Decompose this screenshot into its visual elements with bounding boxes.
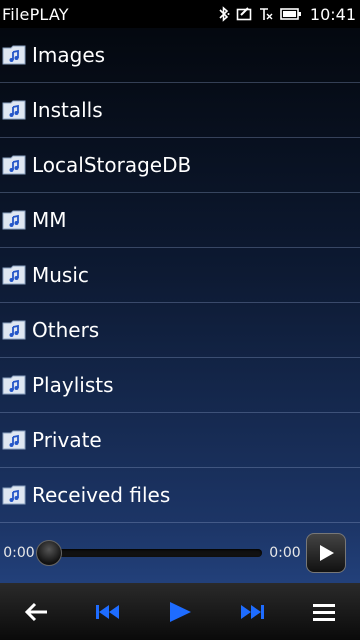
folder-item[interactable]: Others xyxy=(0,303,360,358)
elapsed-time: 0:00 xyxy=(3,545,35,561)
skip-previous-icon xyxy=(96,604,119,619)
folder-item[interactable]: Installs xyxy=(0,83,360,138)
folder-label: MM xyxy=(32,208,67,232)
folder-item[interactable]: Private xyxy=(0,413,360,468)
folder-item[interactable]: Playlists xyxy=(0,358,360,413)
music-folder-icon xyxy=(2,265,26,285)
music-folder-icon xyxy=(2,375,26,395)
folder-label: Others xyxy=(32,318,100,342)
folder-label: Images xyxy=(32,43,106,67)
bottom-toolbar xyxy=(0,583,360,640)
play-icon xyxy=(320,545,334,561)
bluetooth-icon xyxy=(219,6,230,22)
menu-button[interactable] xyxy=(299,592,349,632)
folder-list: Images Installs LocalStorageDB MM Music … xyxy=(0,28,360,523)
folder-label: Private xyxy=(32,428,102,452)
seek-bar[interactable] xyxy=(36,540,262,566)
folder-label: Playlists xyxy=(32,373,114,397)
mini-player: 0:00 0:00 xyxy=(0,523,360,583)
play-pause-button[interactable] xyxy=(155,592,205,632)
app-title: FilePLAY xyxy=(2,4,69,24)
back-arrow-icon xyxy=(24,602,47,621)
menu-icon xyxy=(313,603,335,621)
folder-item[interactable]: MM xyxy=(0,193,360,248)
total-time: 0:00 xyxy=(269,545,301,561)
folder-item[interactable]: Music xyxy=(0,248,360,303)
previous-button[interactable] xyxy=(83,592,133,632)
music-folder-icon xyxy=(2,320,26,340)
music-folder-icon xyxy=(2,155,26,175)
back-button[interactable] xyxy=(11,592,61,632)
music-folder-icon xyxy=(2,430,26,450)
music-folder-icon xyxy=(2,100,26,120)
music-folder-icon xyxy=(2,485,26,505)
folder-item[interactable]: LocalStorageDB xyxy=(0,138,360,193)
seek-knob[interactable] xyxy=(36,540,62,566)
music-folder-icon xyxy=(2,210,26,230)
play-button[interactable] xyxy=(306,533,346,573)
music-folder-icon xyxy=(2,45,26,65)
message-icon xyxy=(236,7,252,21)
skip-next-icon xyxy=(241,604,264,619)
clock: 10:41 xyxy=(309,4,356,24)
play-icon xyxy=(170,601,191,622)
battery-icon xyxy=(280,8,301,20)
folder-item[interactable]: Images xyxy=(0,28,360,83)
folder-label: LocalStorageDB xyxy=(32,153,192,177)
no-signal-icon xyxy=(259,8,273,20)
folder-item[interactable]: Received files xyxy=(0,468,360,523)
status-icons: 10:41 xyxy=(218,5,360,24)
status-bar: FilePLAY 10:41 xyxy=(0,0,360,28)
next-button[interactable] xyxy=(227,592,277,632)
folder-label: Music xyxy=(32,263,89,287)
folder-label: Received files xyxy=(32,483,171,507)
folder-label: Installs xyxy=(32,98,103,122)
